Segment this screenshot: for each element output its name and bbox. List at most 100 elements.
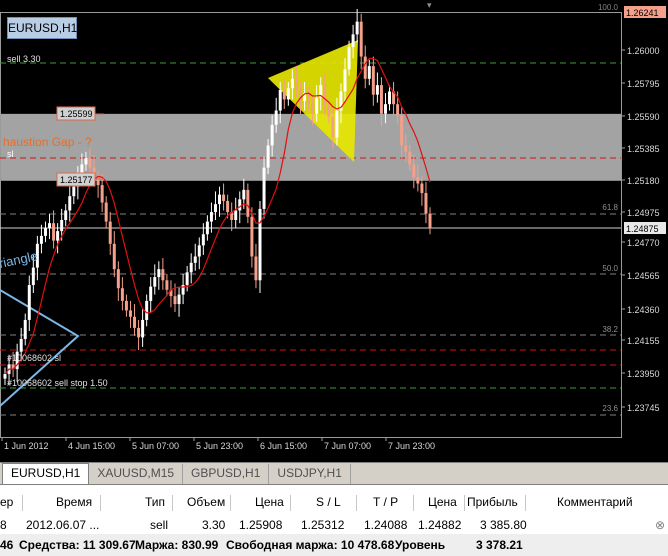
- price-chart[interactable]: 1.26241 1.26000 1.25795 1.25590 1.25385 1.251…: [0, 0, 668, 462]
- col-price[interactable]: Цена: [255, 491, 284, 514]
- candle-body: [177, 294, 181, 305]
- col-tp[interactable]: T / P: [373, 491, 398, 514]
- summary-margin: Маржа: 830.99: [135, 538, 219, 552]
- summary-level: Уровень: [395, 538, 446, 552]
- candle-body: [282, 89, 286, 100]
- fib-level-label: 23.6: [602, 404, 618, 413]
- candle-body: [112, 243, 116, 270]
- col-price2[interactable]: Цена: [428, 491, 457, 514]
- candle-body: [19, 338, 23, 352]
- price-tick-label: 1.24155: [627, 336, 660, 346]
- time-tick-label: 7 Jun 23:00: [388, 441, 435, 451]
- candle-body: [48, 223, 52, 228]
- summary-equity: Средства: 11 309.67: [19, 538, 136, 552]
- col-profit[interactable]: Прибыль: [467, 491, 518, 514]
- price-tick-label: 1.26241: [626, 8, 659, 18]
- tab-usdjpy[interactable]: USDJPY,H1: [269, 464, 351, 484]
- candle-body: [315, 97, 319, 114]
- sell-stop-annotation: #10068602 sell stop 1.50: [7, 378, 108, 388]
- candle-body: [137, 327, 141, 338]
- col-comment[interactable]: Комментарий: [557, 491, 633, 514]
- tab-xauusd[interactable]: XAUUSD,M15: [89, 464, 184, 484]
- candle-body: [64, 210, 68, 220]
- exhaustion-gap-label: haustion Gap - ?: [3, 135, 92, 149]
- candle-body: [323, 85, 327, 106]
- price-tick-label: 1.23950: [627, 369, 660, 379]
- candle-body: [286, 88, 290, 100]
- col-volume[interactable]: Объем: [187, 491, 225, 514]
- order-sl-annotation: #10068602 sl: [7, 353, 61, 363]
- col-time[interactable]: Время: [56, 491, 92, 514]
- price-tick-label: 1.24975: [627, 208, 660, 218]
- candle-body: [23, 319, 27, 339]
- candle-body: [311, 104, 315, 114]
- price-tick-label: 1.24360: [627, 305, 660, 315]
- candle-body: [213, 204, 217, 213]
- triangle-pattern-shape: [0, 289, 80, 407]
- time-tick-label: 4 Jun 15:00: [68, 441, 115, 451]
- price-tick-label: 1.26000: [627, 46, 660, 56]
- candle-body: [383, 104, 387, 114]
- candle-body: [412, 164, 416, 178]
- tab-eurusd[interactable]: EURUSD,H1: [2, 463, 90, 484]
- candle-body: [335, 110, 339, 138]
- candle-body: [193, 256, 197, 263]
- summary-free-margin: Свободная маржа: 10 478.68: [226, 538, 395, 552]
- terminal-panel: ер Время Тип Объем Цена S / L T / P Цена…: [0, 484, 668, 556]
- candle-body: [141, 319, 145, 338]
- candle-body: [165, 280, 169, 290]
- candle-body: [189, 262, 193, 273]
- candle-body: [128, 310, 132, 317]
- candle-body: [100, 185, 104, 203]
- fib-top-label: 100.0: [598, 3, 619, 12]
- price-tick-label: 1.24770: [627, 238, 660, 248]
- candle-body: [254, 256, 258, 281]
- candle-body: [404, 145, 408, 152]
- candle-body: [266, 145, 270, 168]
- candle-body: [371, 66, 375, 95]
- candle-body: [343, 69, 347, 92]
- col-type[interactable]: Тип: [145, 491, 165, 514]
- candle-body: [363, 56, 367, 79]
- time-tick-label: 5 Jun 23:00: [196, 441, 243, 451]
- symbol-label: EURUSD,H1: [7, 17, 77, 39]
- chart-window[interactable]: 1.26241 1.26000 1.25795 1.25590 1.25385 1.251…: [0, 0, 668, 462]
- candle-body: [52, 223, 56, 241]
- price-tick-label: 1.25590: [627, 112, 660, 122]
- time-tick-label: 5 Jun 07:00: [132, 441, 179, 451]
- candle-body: [250, 216, 254, 257]
- candle-body: [104, 202, 108, 222]
- candle-body: [84, 158, 88, 165]
- candle-body: [246, 189, 250, 217]
- chart-tabs: EURUSD,H1 XAUUSD,M15 GBPUSD,H1 USDJPY,H1: [0, 462, 668, 484]
- candle-body: [359, 21, 363, 57]
- candle-body: [27, 285, 31, 320]
- candle-body: [278, 89, 282, 111]
- col-order[interactable]: ер: [0, 491, 13, 514]
- candle-body: [416, 177, 420, 184]
- candle-body: [408, 151, 412, 165]
- candle-body: [145, 300, 149, 320]
- candle-body: [218, 194, 222, 205]
- time-tick-label: 7 Jun 07:00: [324, 441, 371, 451]
- sl-annotation: sl: [7, 149, 14, 159]
- candle-body: [153, 277, 157, 287]
- candle-body: [60, 219, 64, 232]
- sell-annotation: sell 3.30: [7, 54, 41, 64]
- tab-gbpusd[interactable]: GBPUSD,H1: [183, 464, 270, 484]
- candle-body: [347, 47, 351, 70]
- candle-body: [428, 213, 432, 228]
- candle-body: [72, 186, 76, 197]
- candle-body: [290, 78, 294, 89]
- candle-body: [331, 116, 335, 138]
- candle-body: [226, 200, 230, 213]
- candle-body: [197, 245, 201, 257]
- col-sl[interactable]: S / L: [316, 491, 341, 514]
- candle-body: [39, 235, 43, 244]
- time-tick-label: 1 Jun 2012: [4, 441, 49, 451]
- candle-body: [262, 167, 266, 209]
- candle-body: [294, 78, 298, 90]
- candle-body: [367, 66, 371, 79]
- fib-level-label: 38.2: [602, 325, 618, 334]
- fib-level-label: 61.8: [602, 203, 618, 212]
